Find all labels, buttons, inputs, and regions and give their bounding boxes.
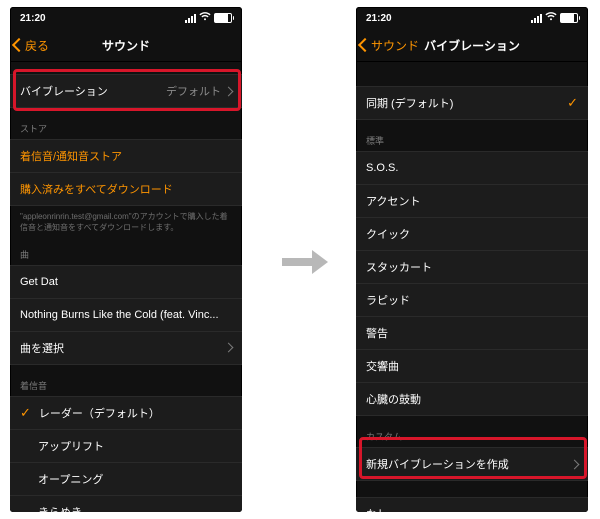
row-label: アクセント (366, 193, 578, 209)
row-label: 警告 (366, 325, 578, 341)
row-label: S.O.S. (366, 162, 578, 174)
row-song[interactable]: Get Dat (10, 265, 242, 299)
row-none[interactable]: なし (356, 497, 588, 512)
nav-bar: 戻る サウンド (10, 29, 242, 62)
chevron-right-icon (224, 343, 234, 353)
section-header-store: ストア (10, 108, 242, 139)
wifi-icon (199, 12, 211, 24)
row-label: Nothing Burns Like the Cold (feat. Vinc.… (20, 309, 232, 321)
row-label: レーダー（デフォルト） (39, 405, 232, 421)
cellular-icon (185, 14, 196, 23)
row-vibe[interactable]: スタッカート (356, 251, 588, 284)
row-label: 曲を選択 (20, 340, 225, 356)
row-download-all[interactable]: 購入済みをすべてダウンロード (10, 173, 242, 206)
section-header-standard: 標準 (356, 120, 588, 151)
row-vibration[interactable]: バイブレーション デフォルト (10, 74, 242, 108)
row-label: ラピッド (366, 292, 578, 308)
row-vibe[interactable]: S.O.S. (356, 151, 588, 185)
row-label: なし (366, 506, 578, 512)
section-header-songs: 曲 (10, 244, 242, 265)
row-ringtone[interactable]: ✓ レーダー（デフォルト） (10, 396, 242, 430)
row-vibe[interactable]: クイック (356, 218, 588, 251)
row-ringtone[interactable]: アップリフト (10, 430, 242, 463)
nav-bar: サウンド バイブレーション (356, 29, 588, 62)
arrow-icon (282, 250, 328, 274)
row-label: スタッカート (366, 259, 578, 275)
screen-sounds: 21:20 戻る サウンド バイブレーション デフォルト ストア 着信音/通知音… (10, 7, 242, 512)
status-indicators (531, 12, 578, 24)
row-label: 着信音/通知音ストア (20, 148, 232, 164)
row-label: 同期 (デフォルト) (366, 95, 561, 111)
section-header-custom: カスタム (356, 416, 588, 447)
status-time: 21:20 (20, 13, 46, 24)
battery-icon (560, 13, 578, 23)
cellular-icon (531, 14, 542, 23)
nav-title: サウンド (10, 37, 242, 54)
row-ringtone[interactable]: きらめき (10, 496, 242, 512)
row-label: 交響曲 (366, 358, 578, 374)
row-tone-store[interactable]: 着信音/通知音ストア (10, 139, 242, 173)
row-vibe[interactable]: 心臓の鼓動 (356, 383, 588, 416)
row-value: デフォルト (166, 83, 221, 99)
row-vibe[interactable]: 警告 (356, 317, 588, 350)
row-label: 心臓の鼓動 (366, 391, 578, 407)
row-vibe[interactable]: ラピッド (356, 284, 588, 317)
check-icon: ✓ (20, 405, 31, 421)
row-vibe[interactable]: 交響曲 (356, 350, 588, 383)
status-time: 21:20 (366, 13, 392, 24)
row-label: オープニング (20, 471, 232, 487)
screen-vibration: 21:20 サウンド バイブレーション 同期 (デフォルト) ✓ 標準 S.O.… (356, 7, 588, 512)
chevron-right-icon (570, 459, 580, 469)
nav-title: バイブレーション (356, 37, 588, 54)
row-ringtone[interactable]: オープニング (10, 463, 242, 496)
status-indicators (185, 12, 232, 24)
row-song[interactable]: Nothing Burns Like the Cold (feat. Vinc.… (10, 299, 242, 332)
row-sync-default[interactable]: 同期 (デフォルト) ✓ (356, 86, 588, 120)
section-header-ringtones: 着信音 (10, 365, 242, 396)
store-footer-note: "appleonrinrin.test@gmail.com"のアカウントで購入し… (10, 206, 242, 244)
row-pick-song[interactable]: 曲を選択 (10, 332, 242, 365)
status-bar: 21:20 (356, 7, 588, 29)
chevron-right-icon (224, 86, 234, 96)
row-label: きらめき (20, 504, 232, 512)
row-label: Get Dat (20, 276, 232, 288)
wifi-icon (545, 12, 557, 24)
battery-icon (214, 13, 232, 23)
row-vibe[interactable]: アクセント (356, 185, 588, 218)
row-label: クイック (366, 226, 578, 242)
status-bar: 21:20 (10, 7, 242, 29)
row-label: 購入済みをすべてダウンロード (20, 181, 232, 197)
row-create-vibration[interactable]: 新規バイブレーションを作成 (356, 447, 588, 481)
row-label: アップリフト (20, 438, 232, 454)
row-label: 新規バイブレーションを作成 (366, 456, 571, 472)
check-icon: ✓ (567, 95, 578, 111)
row-label: バイブレーション (20, 83, 166, 99)
